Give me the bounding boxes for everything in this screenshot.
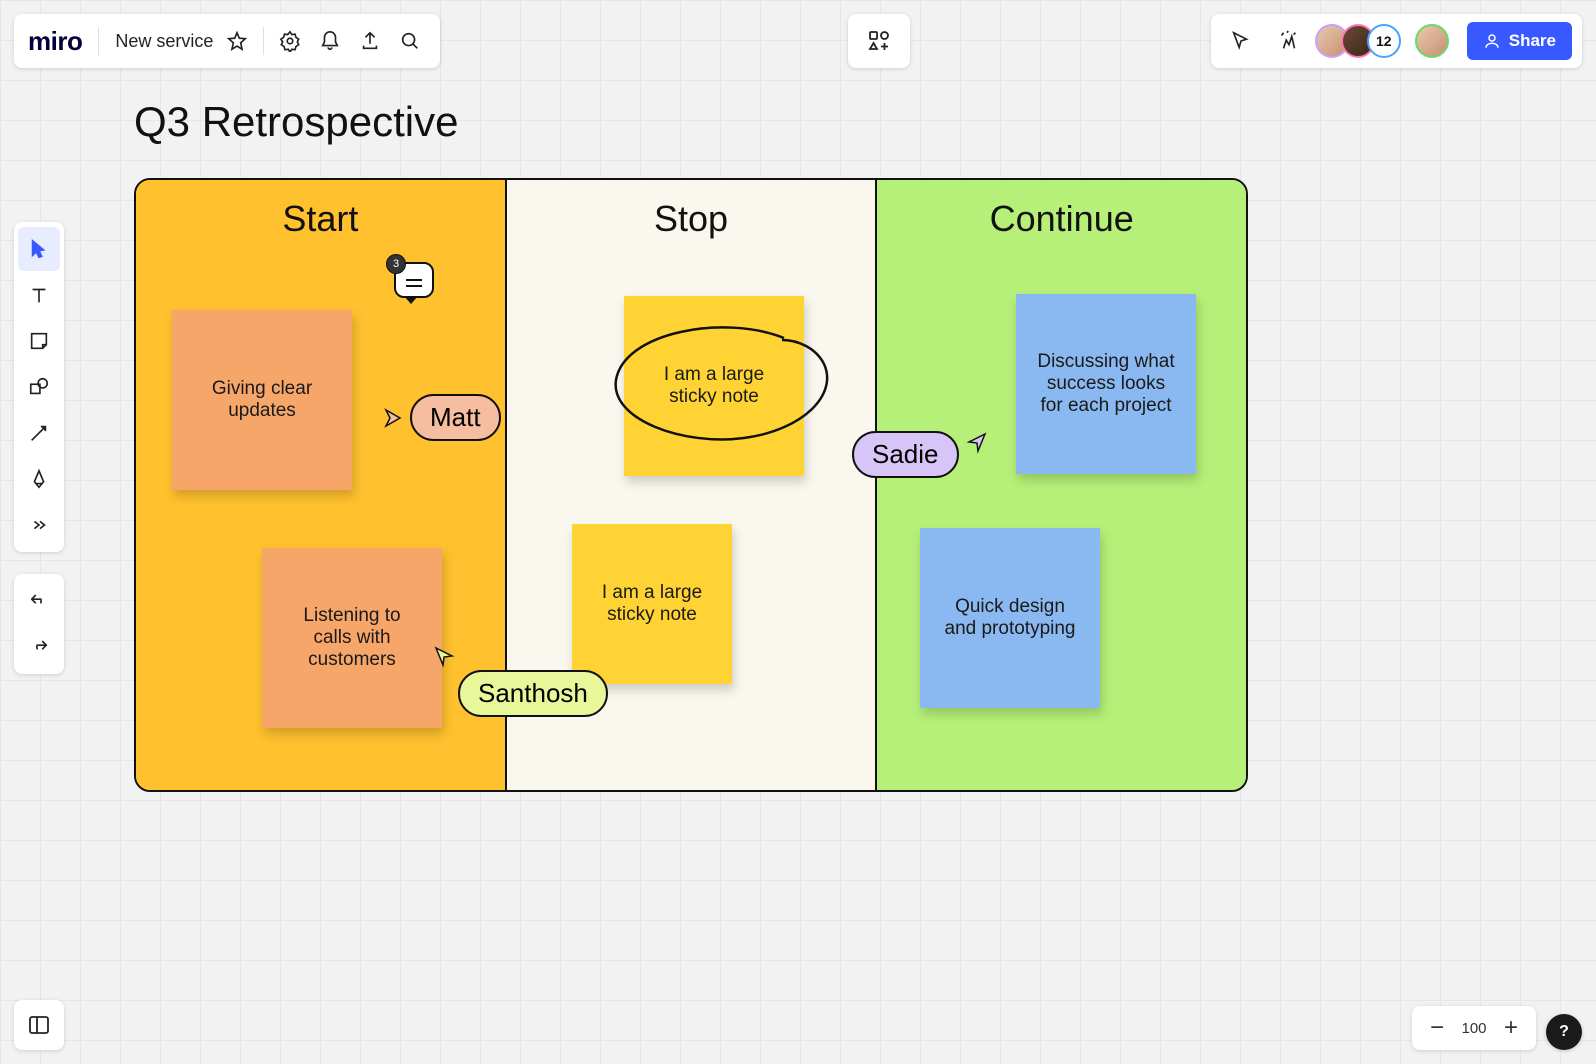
top-left-toolbar: miro New service: [14, 14, 440, 68]
miro-logo[interactable]: miro: [28, 26, 82, 57]
sticky-note[interactable]: Quick design and prototyping: [920, 528, 1100, 708]
notification-bell-icon[interactable]: [310, 21, 350, 61]
reactions-icon[interactable]: [1269, 21, 1309, 61]
zoom-in-button[interactable]: +: [1494, 1011, 1528, 1045]
board-name[interactable]: New service: [115, 31, 213, 52]
comment-count-badge: 3: [386, 254, 406, 274]
sticky-note[interactable]: I am a large sticky note: [624, 296, 804, 476]
help-button[interactable]: ?: [1546, 1014, 1582, 1050]
column-title-continue[interactable]: Continue: [877, 198, 1246, 240]
top-right-toolbar: 12 Share: [1211, 14, 1582, 68]
collaborator-label: Santhosh: [458, 670, 608, 717]
connector-tool[interactable]: [18, 411, 60, 455]
share-button-label: Share: [1509, 31, 1556, 51]
zoom-controls: − 100 +: [1412, 1006, 1536, 1050]
sticky-note-tool[interactable]: [18, 319, 60, 363]
zoom-out-button[interactable]: −: [1420, 1011, 1454, 1045]
collaborator-label: Sadie: [852, 431, 959, 478]
text-tool[interactable]: [18, 273, 60, 317]
minimap-button[interactable]: [14, 1000, 64, 1050]
cursor-mode-icon[interactable]: [1221, 21, 1261, 61]
more-tools[interactable]: [18, 503, 60, 547]
zoom-level[interactable]: 100: [1454, 1020, 1494, 1037]
comment-indicator[interactable]: 3: [394, 262, 434, 298]
separator: [263, 27, 264, 55]
collaborator-cursor-santhosh: Santhosh: [432, 644, 608, 717]
undo-redo-group: [14, 574, 64, 674]
separator: [98, 27, 99, 55]
column-title-stop[interactable]: Stop: [507, 198, 876, 240]
pen-tool[interactable]: [18, 457, 60, 501]
sticky-note[interactable]: Giving clear updates: [172, 310, 352, 490]
sticky-note[interactable]: Discussing what success looks for each p…: [1016, 294, 1196, 474]
undo-button[interactable]: [18, 579, 60, 623]
participant-avatars[interactable]: 12: [1323, 24, 1449, 58]
tool-toolbox: [14, 222, 64, 552]
share-button[interactable]: Share: [1467, 22, 1572, 60]
shape-tool[interactable]: [18, 365, 60, 409]
collaborator-cursor-matt: Matt: [380, 394, 501, 441]
participant-overflow-count[interactable]: 12: [1367, 24, 1401, 58]
sticky-note[interactable]: Listening to calls with customers: [262, 548, 442, 728]
export-icon[interactable]: [350, 21, 390, 61]
collaborator-cursor-sadie: Sadie: [852, 430, 989, 478]
collaborator-label: Matt: [410, 394, 501, 441]
board-title[interactable]: Q3 Retrospective: [134, 98, 458, 146]
star-icon[interactable]: [217, 21, 257, 61]
apps-button[interactable]: [848, 14, 910, 68]
redo-button[interactable]: [18, 625, 60, 669]
current-user-avatar[interactable]: [1415, 24, 1449, 58]
search-icon[interactable]: [390, 21, 430, 61]
select-tool[interactable]: [18, 227, 60, 271]
column-title-start[interactable]: Start: [136, 198, 505, 240]
settings-icon[interactable]: [270, 21, 310, 61]
